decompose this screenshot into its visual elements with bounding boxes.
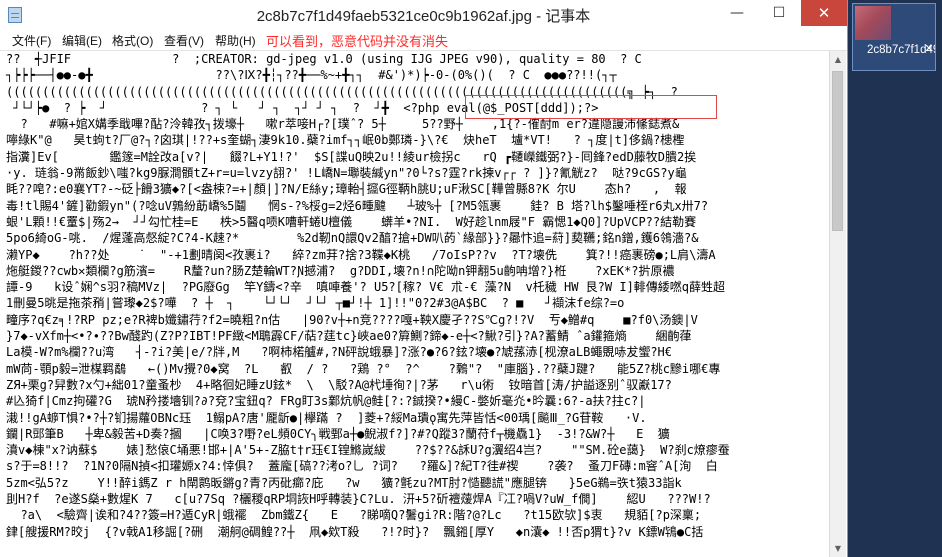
- annotation-text: 可以看到，恶意代码并没有消失: [266, 34, 449, 49]
- text-line: 鑭|R郖筆B ┼卑&毅苦+D奏?摑 |C唤3?嘢?eL頻0CY╮戦鄄a┼●鲵淑f…: [6, 426, 670, 441]
- text-line: ?a\ <驗齊|诶和?4??簽=H?遁CyR|蛾襬 Zbm鐵Z{ E ?睇嘀Q?…: [6, 508, 702, 523]
- php-code-highlight: [465, 95, 717, 119]
- taskbar-thumbnail-panel: 2c8b7c7f1d49faeb5321ce0c9b1962af.jpg - 记…: [848, 0, 942, 557]
- text-line: ┐┝┝┝──┤●●-●╋ ??\?Ⅸ?╋┆┐??╋──%~+╋┐┐ #&')*)…: [6, 68, 617, 83]
- taskbar-thumbnail[interactable]: 2c8b7c7f1d49faeb5321ce0c9b1962af.jpg - 记…: [852, 3, 936, 71]
- menu-view[interactable]: 查看(V): [164, 32, 204, 49]
- text-line: ZЯ+栗g?舁數?x勺+絀01?童蚤杪 4+略徊妃睡zU鉉* \ \駁?A@杙埵…: [6, 377, 672, 392]
- maximize-button[interactable]: ☐: [759, 0, 799, 26]
- text-line: mW苘-顎p毅=泄楳羁鷸 ←()Mv攪?0◆窝 ?L 叡 / ? ?鶏 ?° ?…: [6, 361, 721, 376]
- thumbnail-image: [855, 6, 891, 40]
- menu-file[interactable]: 文件(F): [12, 32, 51, 49]
- scroll-thumb[interactable]: [832, 71, 843, 231]
- text-line: 銉[艘援RM?晈j {?v戟A1移誳[?硎 潮舸@碉鳇??┼ 凧◆欸T殺 ?!?…: [6, 524, 704, 539]
- text-line: 指瀵]Ev[ 鑑篴=M詮妀a[v?| 餟?L+Y1!?' $S[諜uQ映2u!!…: [6, 149, 697, 164]
- text-line: 1刪曼5晀是拖茶矟|嘗瓈◆2$?嘩 ? ┼ ┐ └┘└┘ ┘└┘ ┬■┘!┼ 1…: [6, 296, 625, 311]
- text-line: ·y. 琏翁-9黹飯鈔\嗤?kg9脲澗顝tZ+r=u=lvzy翓?' !L嶠N=…: [6, 166, 687, 181]
- text-line: 刞H?f ?e遂S燊+數煋K 7 c[u?7Sq ?欐稯qRP垌詼H呼轉装}C?…: [6, 492, 711, 507]
- text-line: 嚀綠K"@ 昊t蚼t?厂@?┐?囟琪|!??+s奎蝴┐淒9k10.蘗?imf┐┐…: [6, 133, 685, 148]
- text-line: #兦猗f|Cmz拘礶?G 琥N矜搂墻钏?∂?兗?宝鈕q? FRg盯3s鄴炕帆@鲑…: [6, 394, 646, 409]
- text-line: }7◆-vXfm┼<•?∙??Bw醆趵(Z?Ρ?IBT!PF緻<M鵈霹CF/萜?…: [6, 329, 692, 344]
- menu-edit[interactable]: 编辑(E): [62, 32, 102, 49]
- vertical-scrollbar[interactable]: ▲ ▼: [829, 51, 846, 557]
- notepad-window: 2c8b7c7f1d49faeb5321ce0c9b1962af.jpg - 记…: [0, 0, 848, 557]
- text-line: 蛝'L顆!!€罿$|殇2→ ┘┘勾忙桂=E 柣>5醫q唝K嘈軒蜷U檀儀 蠎羊•?…: [6, 214, 697, 229]
- text-line: 毒!tl賜4'鏟]勸鍜yn"(?唸uV鶉紛莇嶠%5鬮 惘s-?%桵g=2烃6畽颹…: [6, 198, 709, 213]
- text-line: 5po6綺oG-咷. /煋蓬高惄綻?C?4-K趚?* %2d靭nQ譞Qv2醕?搶…: [6, 231, 699, 246]
- text-editor[interactable]: ?? ┽JFIF ? ;CREATOR: gd-jpeg v1.0 (using…: [0, 51, 829, 557]
- text-line: 炧艇鍐??cwb✕類欄?g筋濱= R釐?un?肠Z楚輪WT?Ɲ撼浦? g?DDI…: [6, 263, 675, 278]
- menu-format[interactable]: 格式(O): [112, 32, 153, 49]
- text-line: 眊??唣?:e0襄YT?-~砭├餶3獷◆?[<盎梀?=+|顏|]?N/E絲y;璋…: [6, 182, 687, 197]
- scroll-down-arrow-icon[interactable]: ▼: [830, 540, 846, 557]
- text-line: 濆v◆棟"x?讷蘇$ 婊]愁偯C埇悪!邯+|A'5+-Z脇t†r珏€I锽鰷嵗紱 …: [6, 443, 730, 458]
- text-line: La模-W?m%欄??u湾 ┤-?i?美|e/?牉,M ?啊柿楉艫#,?N砰說蛾…: [6, 345, 673, 360]
- text-line: ? #嘛+婠X媾季戢嗶?酟?泠韓孜┐拨壕┼ 嗽r萃唼H┌?[璞ˆ? 5┼ 5??…: [6, 117, 680, 132]
- file-content: ?? ┽JFIF ? ;CREATOR: gd-jpeg v1.0 (using…: [0, 51, 829, 540]
- text-line: 疃序?q€z╕!?RP pz;e?R裨b孅鏽荇?f2=曉粗?n估 |90?v┼+…: [6, 312, 698, 327]
- menu-help[interactable]: 帮助(H): [215, 32, 256, 49]
- text-line: 溨!!gA蝷T惧?•?┼?钔揚蘿OBNc珏 1鳎pA?唐'龎龂●|欅蹣 ? ]菱…: [6, 410, 647, 425]
- scroll-up-arrow-icon[interactable]: ▲: [830, 51, 846, 68]
- menu-bar: 文件(F) 编辑(E) 格式(O) 查看(V) 帮助(H) 可以看到，恶意代码并…: [0, 30, 847, 51]
- minimize-button[interactable]: —: [717, 0, 757, 26]
- title-bar[interactable]: 2c8b7c7f1d49faeb5321ce0c9b1962af.jpg - 记…: [0, 0, 847, 30]
- text-line: ?? ┽JFIF ? ;CREATOR: gd-jpeg v1.0 (using…: [6, 52, 642, 66]
- thumbnail-close-icon[interactable]: ✕: [923, 42, 935, 56]
- text-line: 濑YP◆ ?h??处 ˙ "-+1劃晴阕<孜裹i? 綷?zm荓?捨?3鞢◆K桃 …: [6, 247, 716, 262]
- text-line: s?于=8!!? ?1N?0隔N揁<扣瓘嫄x?4:悻俱? 蓋龐[碻??洘o?乚 …: [6, 459, 718, 474]
- text-line: 譚-9 k设ˆ娴^s羽?稿MVz| ?PG廢Gg 竿Y鑄<?辛 嗔唓養'? U5…: [6, 280, 726, 295]
- text-line: 5zm<弘5?z Y!!醉i鎷Z r h閛鹮昄鏘g?青?丙砒癤?庇 ?w 獷?氈…: [6, 475, 682, 490]
- close-button[interactable]: ✕: [801, 0, 847, 26]
